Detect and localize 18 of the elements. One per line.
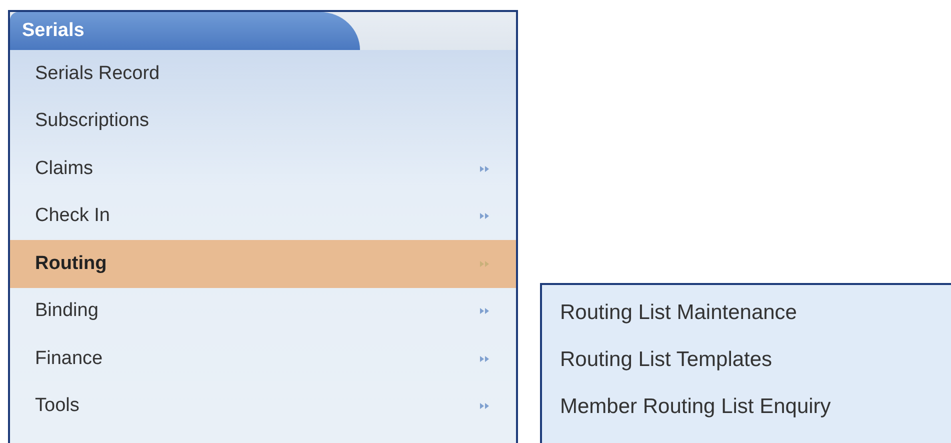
submenu-item[interactable]: Routing List Templates [542, 336, 951, 383]
double-arrow-icon [480, 166, 490, 172]
submenu-item[interactable]: Routing List Maintenance [542, 289, 951, 336]
menu-item[interactable]: Finance [10, 335, 516, 382]
double-arrow-icon [480, 356, 490, 362]
double-arrow-icon [480, 260, 490, 267]
double-arrow-icon [480, 308, 490, 314]
menu-item[interactable]: Claims [10, 145, 516, 192]
menu-item[interactable]: Serials Record [10, 50, 516, 98]
menu-title: Serials [10, 12, 360, 50]
menu-item[interactable]: Tools [10, 382, 516, 430]
menu-item[interactable]: Subscriptions [10, 98, 516, 145]
submenu-item[interactable]: Member Routing List Enquiry [542, 383, 951, 430]
double-arrow-icon [480, 403, 490, 410]
menu-item[interactable]: Routing [10, 240, 516, 288]
menu-item[interactable]: Check In [10, 192, 516, 240]
menu-item[interactable]: Binding [10, 288, 516, 335]
double-arrow-icon [480, 213, 490, 220]
